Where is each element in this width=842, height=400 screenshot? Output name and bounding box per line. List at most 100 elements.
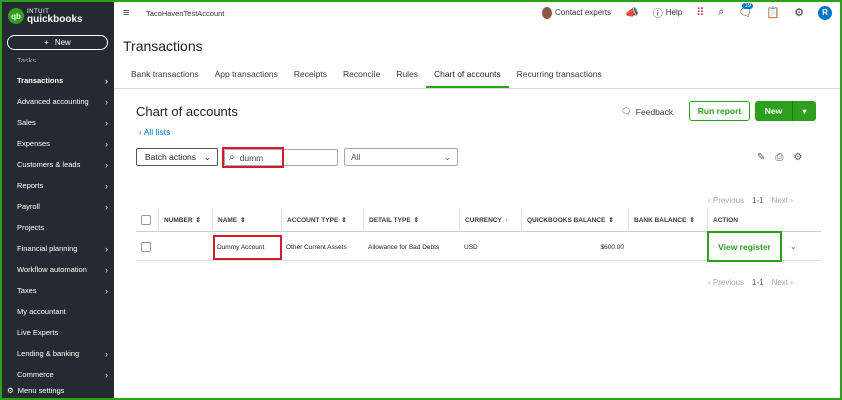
sort-icon: ⇕	[608, 217, 614, 224]
sidebar-item-expenses[interactable]: Expenses ›	[2, 133, 114, 154]
tab-chart-of-accounts[interactable]: Chart of accounts	[426, 66, 509, 88]
chevron-right-icon: ›	[105, 264, 108, 275]
collapse-menu-icon[interactable]: ≡	[123, 7, 129, 19]
header-account-type[interactable]: ACCOUNT TYPE ⇕	[281, 208, 363, 232]
header-quickbooks-balance[interactable]: QUICKBOOKS BALANCE ⇕	[521, 208, 628, 232]
select-all-checkbox[interactable]	[141, 215, 151, 225]
sidebar-item-payroll[interactable]: Payroll ›	[2, 196, 114, 217]
sort-up-icon: ↑	[504, 216, 509, 224]
table-header-row: NUMBER ⇕ NAME ⇕ ACCOUNT TYPE ⇕ DETAIL TYPE ⇕…	[136, 208, 821, 232]
feedback-icon: 🗨	[621, 106, 632, 116]
company-name: TacoHavenTestAccount	[146, 9, 225, 18]
tab-reconcile[interactable]: Reconcile	[335, 66, 388, 88]
cell-account-type: Other Current Assets	[286, 243, 347, 251]
all-lists-link[interactable]: ‹ All lists	[139, 127, 170, 137]
tabs-divider	[114, 88, 840, 89]
menu-settings-button[interactable]: ⚙ Menu settings	[7, 386, 64, 395]
chevron-right-icon: ›	[105, 96, 108, 107]
sidebar-item-my-accountant[interactable]: My accountant	[2, 301, 114, 322]
sidebar-item-sales[interactable]: Sales ›	[2, 112, 114, 133]
qb-logo-icon: qb	[8, 8, 24, 24]
print-icon[interactable]: ⎙	[775, 152, 783, 163]
sidebar-item-commerce[interactable]: Commerce ›	[2, 364, 114, 385]
new-account-split-button: New ▾	[755, 101, 816, 121]
user-avatar[interactable]: R	[818, 5, 832, 20]
tasks-clipboard-icon[interactable]: 📋	[766, 6, 780, 19]
sidebar-item-financial-planning[interactable]: Financial planning ›	[2, 238, 114, 259]
new-account-button[interactable]: New	[755, 101, 793, 121]
sidebar-item-lending-banking[interactable]: Lending & banking ›	[2, 343, 114, 364]
tab-recurring-transactions[interactable]: Recurring transactions	[509, 66, 610, 88]
sidebar-item-taxes[interactable]: Taxes ›	[2, 280, 114, 301]
sidebar-item-reports[interactable]: Reports ›	[2, 175, 114, 196]
header-name[interactable]: NAME ⇕	[212, 208, 281, 232]
help-button[interactable]: ⓘ Help	[653, 5, 682, 20]
feedback-button[interactable]: 🗨 Feedback	[621, 106, 673, 117]
view-register-button[interactable]: View register	[709, 233, 780, 260]
cell-bank-balance	[628, 233, 707, 261]
apps-grid-icon[interactable]: ⠿	[696, 6, 704, 19]
header-currency[interactable]: CURRENCY ↑	[459, 208, 521, 232]
sidebar-item-projects[interactable]: Projects	[2, 217, 114, 238]
sidebar-new-button[interactable]: + New	[7, 35, 108, 50]
header-detail-type[interactable]: DETAIL TYPE ⇕	[363, 208, 459, 232]
account-filter-select[interactable]: All ⌄	[344, 148, 458, 166]
run-report-button[interactable]: Run report	[689, 101, 750, 121]
tab-rules[interactable]: Rules	[388, 66, 426, 88]
sidebar-item-tasks[interactable]: Tasks	[17, 56, 36, 62]
settings-gear-icon[interactable]: ⚙	[794, 6, 804, 19]
table-tools: ✎ ⎙ ⚙	[757, 152, 802, 163]
chevron-right-icon: ›	[105, 201, 108, 212]
chevron-right-icon: ›	[105, 159, 108, 170]
tab-bank-transactions[interactable]: Bank transactions	[123, 66, 207, 88]
chevron-right-icon: ›	[105, 117, 108, 128]
page-title: Transactions	[123, 38, 203, 54]
edit-pencil-icon[interactable]: ✎	[757, 152, 765, 163]
chevron-down-icon: ⌄	[203, 151, 211, 162]
chevron-right-icon: ›	[105, 75, 108, 86]
row-actions-chevron-down-icon[interactable]: ⌄	[790, 242, 797, 251]
sidebar-item-live-experts[interactable]: Live Experts	[2, 322, 114, 343]
sidebar-item-transactions[interactable]: Transactions ›	[2, 70, 114, 91]
plus-icon: +	[44, 38, 49, 47]
sidebar-item-workflow-automation[interactable]: Workflow automation ›	[2, 259, 114, 280]
sidebar-item-customers-leads[interactable]: Customers & leads ›	[2, 154, 114, 175]
pager-next[interactable]: Next ›	[772, 196, 793, 205]
sort-icon: ⇕	[413, 217, 420, 224]
batch-actions-dropdown[interactable]: Batch actions ⌄	[136, 148, 218, 166]
sort-icon: ⇕	[689, 217, 695, 224]
new-button-label: New	[54, 38, 71, 47]
pager-top: ‹ Previous 1-1 Next ›	[708, 196, 793, 205]
table-settings-gear-icon[interactable]: ⚙	[793, 152, 802, 163]
contact-experts-button[interactable]: Contact experts	[542, 6, 611, 19]
cell-quickbooks-balance: $600.00	[600, 243, 625, 251]
header-bank-balance[interactable]: BANK BALANCE ⇕	[628, 208, 707, 232]
quickbooks-logo[interactable]: qb INTUIT quickbooks	[8, 8, 83, 25]
row-checkbox[interactable]	[141, 242, 151, 252]
sort-icon: ⇕	[341, 217, 347, 224]
search-highlight-box	[222, 147, 284, 168]
pager-range: 1-1	[752, 278, 764, 287]
tab-app-transactions[interactable]: App transactions	[207, 66, 286, 88]
notification-badge: 19	[742, 3, 754, 9]
select-all-cell	[136, 208, 158, 232]
pager-range: 1-1	[752, 196, 764, 205]
transaction-tabs: Bank transactions App transactions Recei…	[123, 66, 610, 88]
pager-previous[interactable]: ‹ Previous	[708, 278, 744, 287]
pager-previous[interactable]: ‹ Previous	[708, 196, 744, 205]
notifications-icon[interactable]: 🗨 19	[738, 3, 754, 19]
pager-next[interactable]: Next ›	[772, 278, 793, 287]
header-number[interactable]: NUMBER ⇕	[158, 208, 212, 232]
sort-icon: ⇕	[195, 217, 201, 224]
chevron-right-icon: ›	[105, 285, 108, 296]
search-icon[interactable]: ⌕	[718, 6, 724, 19]
chevron-right-icon: ›	[105, 138, 108, 149]
gear-icon: ⚙	[7, 386, 14, 395]
sidebar-item-advanced-accounting[interactable]: Advanced accounting ›	[2, 91, 114, 112]
megaphone-icon[interactable]: 📣	[625, 6, 639, 19]
cell-number	[158, 233, 212, 261]
cell-currency: USD	[464, 243, 478, 251]
chevron-down-icon[interactable]: ▾	[793, 101, 816, 121]
tab-receipts[interactable]: Receipts	[286, 66, 335, 88]
chevron-left-icon: ‹	[139, 127, 142, 137]
